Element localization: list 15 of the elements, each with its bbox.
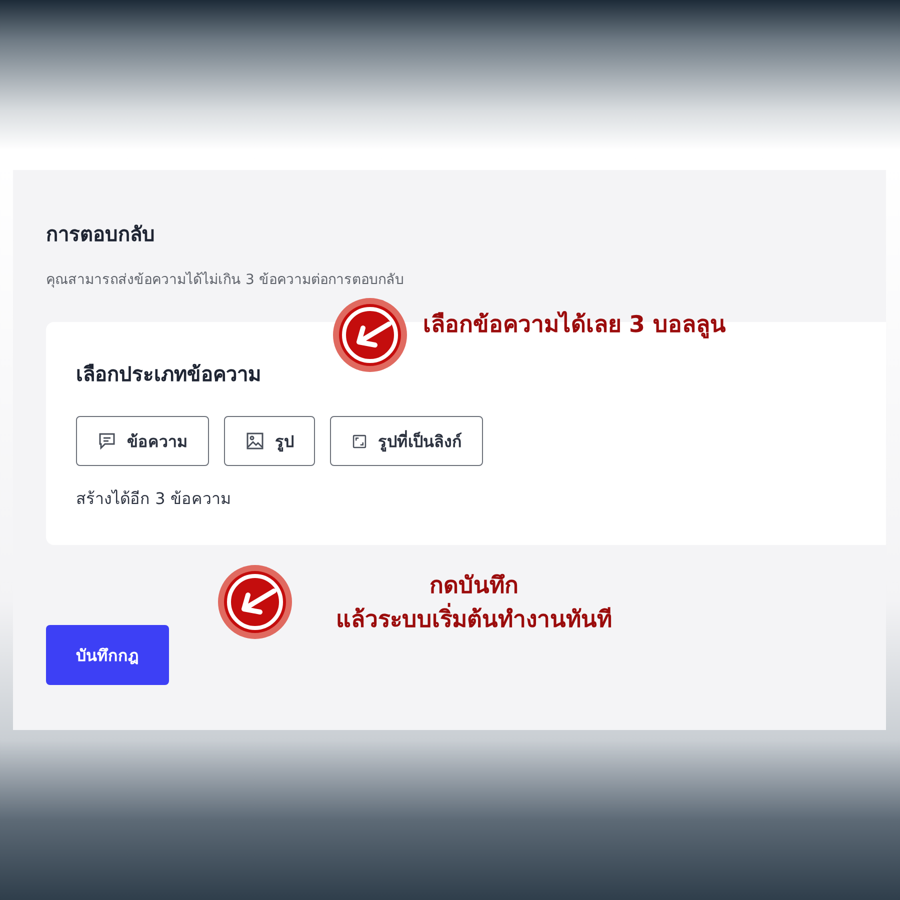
card-title: เลือกประเภทข้อความ <box>76 361 262 388</box>
image-icon <box>245 431 265 451</box>
section-title: การตอบกลับ <box>46 221 156 248</box>
save-rule-button[interactable]: บันทึกกฎ <box>46 625 169 685</box>
callout-text: เลือกข้อความได้เลย 3 บอลลูน <box>423 310 726 340</box>
remaining-note: สร้างได้อีก 3 ข้อความ <box>76 488 232 510</box>
message-icon <box>97 431 117 451</box>
callout-text: แล้วระบบเริ่มต้นทำงานทันที <box>336 603 612 637</box>
frame-icon <box>351 432 368 450</box>
callout-text: กดบันทึก <box>430 572 518 601</box>
message-type-button[interactable]: ข้อความ <box>76 416 209 466</box>
message-type-button[interactable]: รูปที่เป็นลิงก์ <box>330 416 483 466</box>
section-subtitle: คุณสามารถส่งข้อความได้ไม่เกิน 3 ข้อความต่อการตอบกลับ <box>46 270 405 290</box>
message-type-button[interactable]: รูป <box>224 416 315 466</box>
arrow-badge-icon <box>218 565 292 639</box>
